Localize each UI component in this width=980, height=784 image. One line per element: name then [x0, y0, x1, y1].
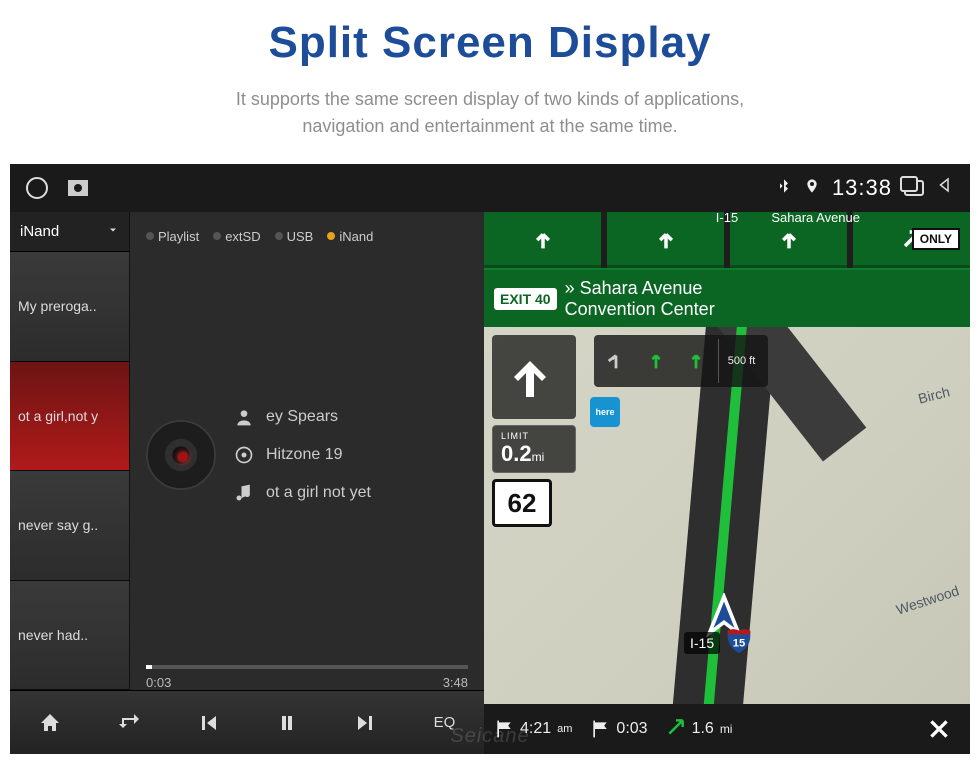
clock-display: 13:38: [832, 175, 892, 201]
list-item[interactable]: never say g..: [10, 471, 129, 581]
album-icon: [234, 445, 254, 465]
exit-number-chip: EXIT 40: [494, 288, 557, 310]
time-total: 3:48: [443, 675, 468, 690]
route-arrow-icon: [666, 717, 686, 742]
progress-times: 0:03 3:48: [146, 675, 468, 690]
android-status-bar: 13:38: [10, 164, 970, 212]
exit-banner: EXIT 40 » Sahara Avenue Convention Cente…: [484, 268, 970, 327]
bluetooth-icon: [776, 177, 792, 200]
street-name-top: Sahara Avenue: [771, 210, 860, 225]
artist-name: ey Spears: [266, 408, 338, 426]
street-label: Birch: [917, 384, 952, 407]
music-note-icon: [234, 483, 254, 503]
eq-button[interactable]: EQ: [420, 703, 470, 743]
tab-extsd[interactable]: extSD: [213, 229, 260, 244]
chevron-down-icon: [107, 223, 119, 240]
remaining-distance: 1.6mi: [666, 717, 733, 742]
source-dropdown[interactable]: iNand: [10, 212, 129, 252]
subtitle-line-2: navigation and entertainment at the same…: [0, 113, 980, 140]
highway-name: I-15: [716, 210, 738, 225]
only-badge: ONLY: [912, 228, 960, 250]
time-elapsed: 0:03: [146, 675, 171, 690]
nav-bottom-bar: 4:21am 0:03 1.6mi: [484, 704, 970, 754]
source-tabs: Playlist extSD USB iNand: [146, 220, 468, 252]
media-player-panel: iNand My preroga.. ot a girl,not y never…: [10, 212, 484, 754]
next-button[interactable]: [341, 703, 391, 743]
tab-inand[interactable]: iNand: [327, 229, 373, 244]
status-left: [26, 177, 88, 199]
route-shield: I-15 15: [684, 625, 754, 660]
progress-bar[interactable]: [146, 665, 468, 669]
back-icon[interactable]: [936, 176, 954, 200]
page-subtitle: It supports the same screen display of t…: [0, 86, 980, 140]
artist-icon: [234, 407, 254, 427]
interstate-shield-icon: 15: [724, 625, 754, 660]
album-name: Hitzone 19: [266, 446, 343, 464]
repeat-button[interactable]: [104, 703, 154, 743]
track-name: ot a girl not yet: [266, 484, 371, 502]
artist-row: ey Spears: [234, 407, 371, 427]
list-item[interactable]: never had..: [10, 581, 129, 691]
previous-button[interactable]: [183, 703, 233, 743]
exit-destination: » Sahara Avenue Convention Center: [565, 278, 715, 319]
status-right: 13:38: [776, 175, 954, 201]
playlist-column: iNand My preroga.. ot a girl,not y never…: [10, 212, 130, 690]
recent-apps-icon[interactable]: [904, 180, 924, 196]
tab-playlist[interactable]: Playlist: [146, 229, 199, 244]
nav-left-widgets: LIMIT 0.2mi 62: [492, 335, 576, 527]
trip-duration: 0:03: [590, 719, 647, 739]
here-logo-icon: here: [590, 397, 620, 427]
album-disc-icon: [146, 420, 216, 490]
media-top: iNand My preroga.. ot a girl,not y never…: [10, 212, 484, 690]
lane-distance: 500 ft: [718, 339, 764, 383]
gallery-icon[interactable]: [68, 180, 88, 196]
tab-usb[interactable]: USB: [275, 229, 314, 244]
close-button[interactable]: [918, 708, 960, 750]
subtitle-line-1: It supports the same screen display of t…: [0, 86, 980, 113]
street-label: Westwood: [894, 582, 961, 617]
lane-sign: [484, 212, 601, 268]
lane-arrow-icon: [598, 339, 634, 383]
lane-sign: [607, 212, 724, 268]
list-item[interactable]: My preroga..: [10, 252, 129, 362]
lane-guidance-widget: 500 ft: [594, 335, 768, 387]
track-metadata: ey Spears Hitzone 19 ot a girl not yet: [234, 407, 371, 503]
speed-limit-sign: 62: [492, 479, 552, 527]
location-icon: [804, 177, 820, 200]
lane-arrow-icon: [678, 339, 714, 383]
album-row: Hitzone 19: [234, 445, 371, 465]
pause-button[interactable]: [262, 703, 312, 743]
home-button[interactable]: [25, 703, 75, 743]
player-controls: EQ: [10, 690, 484, 754]
map-canvas[interactable]: Birch Westwood LIMIT 0.2mi 62: [484, 327, 970, 704]
svg-text:15: 15: [733, 638, 746, 650]
track-row: ot a girl not yet: [234, 483, 371, 503]
progress-area: 0:03 3:48: [146, 665, 468, 690]
now-playing: ey Spears Hitzone 19 ot a girl not yet: [146, 252, 468, 657]
nav-top: ONLY I-15 Sahara Avenue EXIT 40 » Sahara…: [484, 212, 970, 327]
source-label-text: iNand: [20, 223, 59, 240]
route-shield-text: I-15: [684, 632, 720, 654]
next-turn-icon[interactable]: [492, 335, 576, 419]
page-title: Split Screen Display: [0, 18, 980, 68]
list-item[interactable]: ot a girl,not y: [10, 362, 129, 472]
lane-arrow-icon: [638, 339, 674, 383]
navigation-panel: ONLY I-15 Sahara Avenue EXIT 40 » Sahara…: [484, 212, 970, 754]
flag-icon: [494, 719, 514, 739]
home-icon[interactable]: [26, 177, 48, 199]
progress-fill: [146, 665, 152, 669]
split-screen-container: iNand My preroga.. ot a girl,not y never…: [10, 212, 970, 754]
flag-icon: [590, 719, 610, 739]
media-main: Playlist extSD USB iNand ey Spears: [130, 212, 484, 690]
arrival-time: 4:21am: [494, 719, 572, 739]
turn-distance-box: LIMIT 0.2mi: [492, 425, 576, 473]
device-frame: 13:38 iNand My preroga.. ot a gi: [10, 164, 970, 754]
